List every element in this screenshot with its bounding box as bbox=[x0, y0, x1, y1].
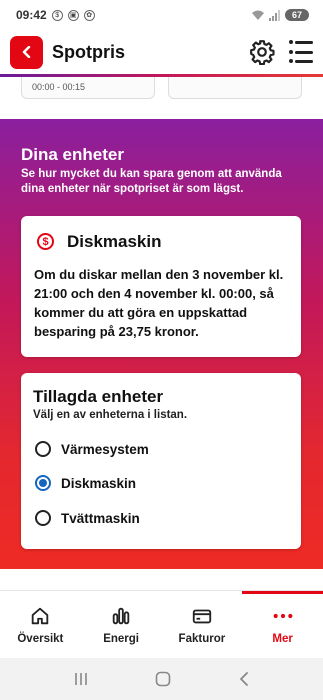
back-nav-icon[interactable] bbox=[238, 671, 250, 687]
status-bar: 09:42 $ ▣ ✿ 67 bbox=[0, 0, 323, 30]
previous-cards: 00:00 - 00:15 bbox=[0, 77, 323, 117]
devices-section: Dina enheter Se hur mycket du kan spara … bbox=[0, 119, 323, 569]
home-button-icon[interactable] bbox=[155, 671, 171, 687]
nav-item-energi[interactable]: Energi bbox=[81, 591, 162, 658]
back-button[interactable] bbox=[10, 35, 43, 69]
bar-chart-icon bbox=[112, 607, 130, 624]
devices-card: Tillagda enheter Välj en av enheterna i … bbox=[21, 373, 301, 549]
radio-option-diskmaskin[interactable]: Diskmaskin bbox=[35, 475, 136, 491]
time-card-label: 00:00 - 00:15 bbox=[32, 82, 86, 92]
radio-label: Tvättmaskin bbox=[61, 510, 140, 526]
wifi-icon bbox=[252, 10, 264, 20]
nav-item-oversikt[interactable]: Översikt bbox=[0, 591, 81, 658]
recent-apps-icon[interactable] bbox=[73, 672, 89, 686]
notification-icon: $ bbox=[51, 9, 63, 21]
radio-option-tvattmaskin[interactable]: Tvättmaskin bbox=[35, 510, 140, 526]
card-icon bbox=[192, 609, 212, 623]
nav-label: Fakturor bbox=[178, 632, 226, 645]
menu-icon[interactable] bbox=[289, 40, 313, 63]
gear-icon[interactable] bbox=[249, 39, 275, 65]
home-icon bbox=[32, 607, 49, 624]
leaf-icon: ✿ bbox=[83, 9, 95, 21]
chevron-left-icon bbox=[22, 46, 30, 58]
savings-card-text: Om du diskar mellan den 3 november kl. 2… bbox=[34, 267, 284, 339]
page-title: Spotpris bbox=[52, 41, 126, 62]
nav-label: Mer bbox=[272, 632, 293, 645]
devices-card-title: Tillagda enheter bbox=[33, 387, 164, 406]
nav-item-fakturor[interactable]: Fakturor bbox=[162, 591, 243, 658]
battery-indicator: 67 bbox=[285, 9, 309, 21]
radio-label: Värmesystem bbox=[61, 441, 149, 457]
nav-item-mer[interactable]: Mer bbox=[242, 591, 323, 658]
radio-button[interactable] bbox=[35, 510, 51, 526]
savings-card: $ Diskmaskin Om du diskar mellan den 3 n… bbox=[21, 216, 301, 357]
more-dots-icon bbox=[273, 613, 293, 618]
radio-button-selected[interactable] bbox=[35, 475, 51, 491]
devices-card-subtitle: Välj en av enheterna i listan. bbox=[33, 409, 188, 421]
savings-card-title: Diskmaskin bbox=[67, 232, 162, 251]
time-card bbox=[168, 77, 302, 99]
dollar-icon: $ bbox=[37, 233, 54, 250]
main-content[interactable]: 00:00 - 00:15 Dina enheter Se hur mycket… bbox=[0, 77, 323, 590]
radio-option-varmesystem[interactable]: Värmesystem bbox=[35, 441, 149, 457]
radio-button[interactable] bbox=[35, 441, 51, 457]
app-header: Spotpris bbox=[0, 30, 323, 74]
bottom-nav: Översikt Energi Fakturor Mer bbox=[0, 590, 323, 658]
radio-label: Diskmaskin bbox=[61, 475, 137, 491]
signal-icon bbox=[269, 9, 280, 21]
section-subtitle: Se hur mycket du kan spara genom att anv… bbox=[21, 168, 282, 195]
section-title: Dina enheter bbox=[21, 145, 124, 164]
nav-label: Översikt bbox=[17, 632, 64, 645]
system-nav-bar bbox=[0, 658, 323, 700]
status-time: 09:42 bbox=[16, 8, 47, 22]
time-card: 00:00 - 00:15 bbox=[21, 77, 155, 99]
nav-label: Energi bbox=[103, 632, 140, 645]
notification-icon: ▣ bbox=[67, 9, 79, 21]
